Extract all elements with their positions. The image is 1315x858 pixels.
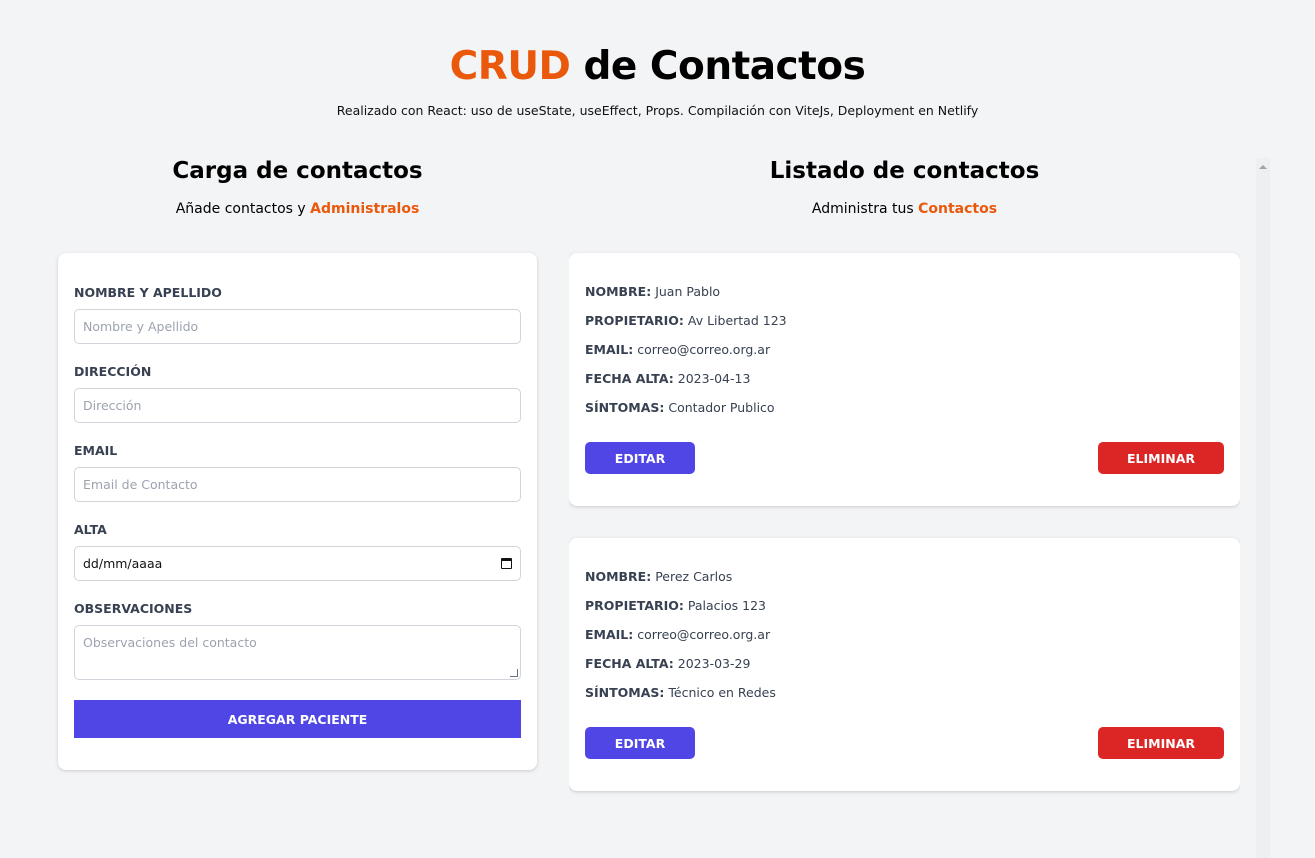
- contact-card: Nombre: Juan Pablo Propietario: Av Liber…: [569, 253, 1240, 506]
- name-value: Juan Pablo: [655, 284, 721, 299]
- delete-button[interactable]: Eliminar: [1098, 442, 1224, 474]
- notes-label: Observaciones: [74, 601, 193, 616]
- symptoms-value: Técnico en Redes: [668, 685, 776, 700]
- date-value: 2023-04-13: [677, 371, 751, 386]
- contact-name-row: Nombre: Perez Carlos: [585, 570, 1224, 584]
- resize-handle-icon[interactable]: [510, 669, 518, 677]
- contact-name-row: Nombre: Juan Pablo: [585, 285, 1224, 299]
- contact-owner-row: Propietario: Av Libertad 123: [585, 314, 1224, 328]
- email-value: correo@correo.org.ar: [637, 627, 771, 642]
- form-sub-accent: Administralos: [310, 201, 420, 217]
- symptoms-key: Síntomas:: [585, 400, 665, 415]
- scroll-up-icon[interactable]: [1259, 165, 1267, 169]
- email-value: correo@correo.org.ar: [637, 342, 771, 357]
- edit-button[interactable]: Editar: [585, 442, 695, 474]
- date-input[interactable]: dd/mm/aaaa: [74, 546, 521, 581]
- form-section-subtitle: Añade contactos y Administralos: [58, 201, 537, 217]
- owner-value: Av Libertad 123: [687, 313, 787, 328]
- name-key: Nombre:: [585, 284, 652, 299]
- list-section-title: Listado de contactos: [769, 158, 1040, 184]
- email-label: Email: [74, 443, 118, 458]
- name-input[interactable]: Nombre y Apellido: [74, 309, 521, 344]
- contact-form: Nombre y Apellido Nombre y Apellido Dire…: [58, 253, 537, 770]
- contact-owner-row: Propietario: Palacios 123: [585, 599, 1224, 613]
- delete-button[interactable]: Eliminar: [1098, 727, 1224, 759]
- address-field-group: Dirección Dirección: [74, 364, 521, 423]
- email-input[interactable]: Email de Contacto: [74, 467, 521, 502]
- notes-textarea[interactable]: Observaciones del contacto: [74, 625, 521, 680]
- contact-actions: Editar Eliminar: [585, 727, 1224, 759]
- contact-email-row: Email: correo@correo.org.ar: [585, 628, 1224, 642]
- contact-email-row: Email: correo@correo.org.ar: [585, 343, 1224, 357]
- email-key: Email:: [585, 627, 634, 642]
- contact-date-row: Fecha Alta: 2023-04-13: [585, 372, 1224, 386]
- address-label: Dirección: [74, 364, 152, 379]
- date-input-value: dd/mm/aaaa: [83, 556, 163, 571]
- list-sub-accent: Contactos: [918, 201, 998, 217]
- name-key: Nombre:: [585, 569, 652, 584]
- contact-symptoms-row: Síntomas: Contador Publico: [585, 401, 1224, 415]
- list-sub-text: Administra tus: [811, 201, 919, 217]
- email-key: Email:: [585, 342, 634, 357]
- contact-date-row: Fecha Alta: 2023-03-29: [585, 657, 1224, 671]
- form-section-title: Carga de contactos: [172, 158, 423, 184]
- name-label: Nombre y Apellido: [74, 285, 222, 300]
- contact-card: Nombre: Perez Carlos Propietario: Palaci…: [569, 538, 1240, 791]
- owner-key: Propietario:: [585, 313, 684, 328]
- add-patient-button[interactable]: Agregar Paciente: [74, 700, 521, 738]
- page-subtitle: Realizado con React: uso de useState, us…: [336, 103, 979, 118]
- notes-field-group: Observaciones Observaciones del contacto: [74, 601, 521, 680]
- list-column: Listado de contactos Administra tus Cont…: [569, 158, 1240, 858]
- owner-key: Propietario:: [585, 598, 684, 613]
- notes-placeholder: Observaciones del contacto: [83, 635, 257, 650]
- form-sub-text: Añade contactos y: [175, 201, 311, 217]
- page-title: CRUD de Contactos: [0, 44, 1315, 89]
- date-field-group: Alta dd/mm/aaaa: [74, 522, 521, 581]
- calendar-icon[interactable]: [501, 558, 512, 569]
- list-section-subtitle: Administra tus Contactos: [569, 201, 1240, 217]
- title-accent: CRUD: [449, 44, 571, 89]
- email-field-group: Email Email de Contacto: [74, 443, 521, 502]
- name-field-group: Nombre y Apellido Nombre y Apellido: [74, 285, 521, 344]
- list-scrollbar[interactable]: [1256, 158, 1270, 858]
- date-key: Fecha Alta:: [585, 371, 674, 386]
- symptoms-value: Contador Publico: [668, 400, 775, 415]
- title-rest: de Contactos: [570, 44, 866, 89]
- owner-value: Palacios 123: [687, 598, 766, 613]
- date-label: Alta: [74, 522, 107, 537]
- date-value: 2023-03-29: [677, 656, 751, 671]
- symptoms-key: Síntomas:: [585, 685, 665, 700]
- contact-symptoms-row: Síntomas: Técnico en Redes: [585, 686, 1224, 700]
- edit-button[interactable]: Editar: [585, 727, 695, 759]
- name-value: Perez Carlos: [655, 569, 733, 584]
- address-input[interactable]: Dirección: [74, 388, 521, 423]
- contact-actions: Editar Eliminar: [585, 442, 1224, 474]
- date-key: Fecha Alta:: [585, 656, 674, 671]
- page-header: CRUD de Contactos Realizado con React: u…: [0, 0, 1315, 118]
- form-column: Carga de contactos Añade contactos y Adm…: [58, 158, 537, 770]
